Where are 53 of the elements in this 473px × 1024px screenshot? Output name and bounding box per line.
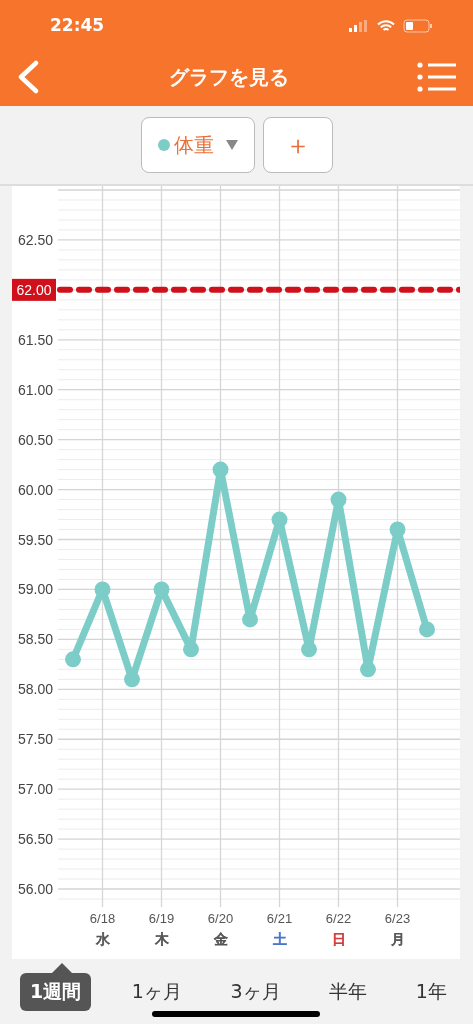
data-point — [330, 491, 347, 508]
axis-label: 6/18 — [89, 911, 116, 926]
battery-icon — [403, 19, 433, 33]
status-time: 22:45 — [50, 14, 105, 38]
data-point — [183, 641, 199, 658]
goal-label: 62.00 — [12, 278, 56, 301]
metric-label: 体重 — [173, 132, 214, 159]
period-tab[interactable]: 1年 — [407, 981, 455, 1003]
axis-label: 57.00 — [17, 781, 53, 798]
axis-label: 60.00 — [17, 481, 53, 498]
axis-label: 59.00 — [17, 581, 53, 598]
data-point — [65, 651, 81, 668]
back-button[interactable] — [16, 60, 40, 94]
axis-label: 6/19 — [148, 911, 175, 926]
period-tab[interactable]: 3ヶ月 — [222, 981, 289, 1003]
axis-label: 6/21 — [266, 911, 293, 926]
axis-label: 56.50 — [17, 831, 53, 848]
axis-label: 58.00 — [17, 681, 53, 698]
axis-label: 59.50 — [17, 531, 53, 548]
signal-icon — [349, 20, 369, 32]
period-tab[interactable]: 1ヶ月 — [123, 981, 190, 1003]
axis-label: 60.50 — [17, 431, 53, 448]
data-point — [419, 621, 435, 638]
menu-button[interactable] — [417, 62, 457, 92]
data-point — [271, 511, 288, 528]
weekday-label: 金 — [213, 931, 228, 947]
data-point — [301, 641, 317, 658]
screen-title: グラフを見る — [168, 64, 289, 91]
axis-label: 6/20 — [207, 911, 234, 926]
data-point — [94, 581, 111, 598]
data-point — [212, 461, 229, 478]
axis-label: 56.00 — [17, 881, 53, 897]
weekday-label: 日 — [331, 931, 346, 947]
data-point — [360, 661, 376, 678]
axis-label: 62.50 — [17, 231, 53, 248]
axis-label: 61.50 — [17, 331, 53, 348]
data-point — [242, 611, 258, 628]
data-point — [389, 521, 406, 538]
axis-label: 58.50 — [17, 631, 53, 648]
axis-label: 6/23 — [384, 911, 411, 926]
axis-label: 61.00 — [17, 381, 53, 398]
wifi-icon — [377, 19, 395, 33]
weekday-label: 土 — [272, 931, 287, 947]
bubble-pointer — [52, 963, 72, 974]
axis-label: 6/22 — [325, 911, 352, 926]
data-point — [153, 581, 170, 598]
weekday-label: 月 — [390, 931, 405, 947]
data-point — [124, 671, 140, 688]
period-tab[interactable]: 半年 — [321, 981, 376, 1003]
weekday-label: 水 — [95, 931, 110, 947]
caret-icon — [225, 140, 238, 150]
weekday-label: 木 — [154, 931, 169, 947]
axis-label: 57.50 — [17, 731, 53, 748]
